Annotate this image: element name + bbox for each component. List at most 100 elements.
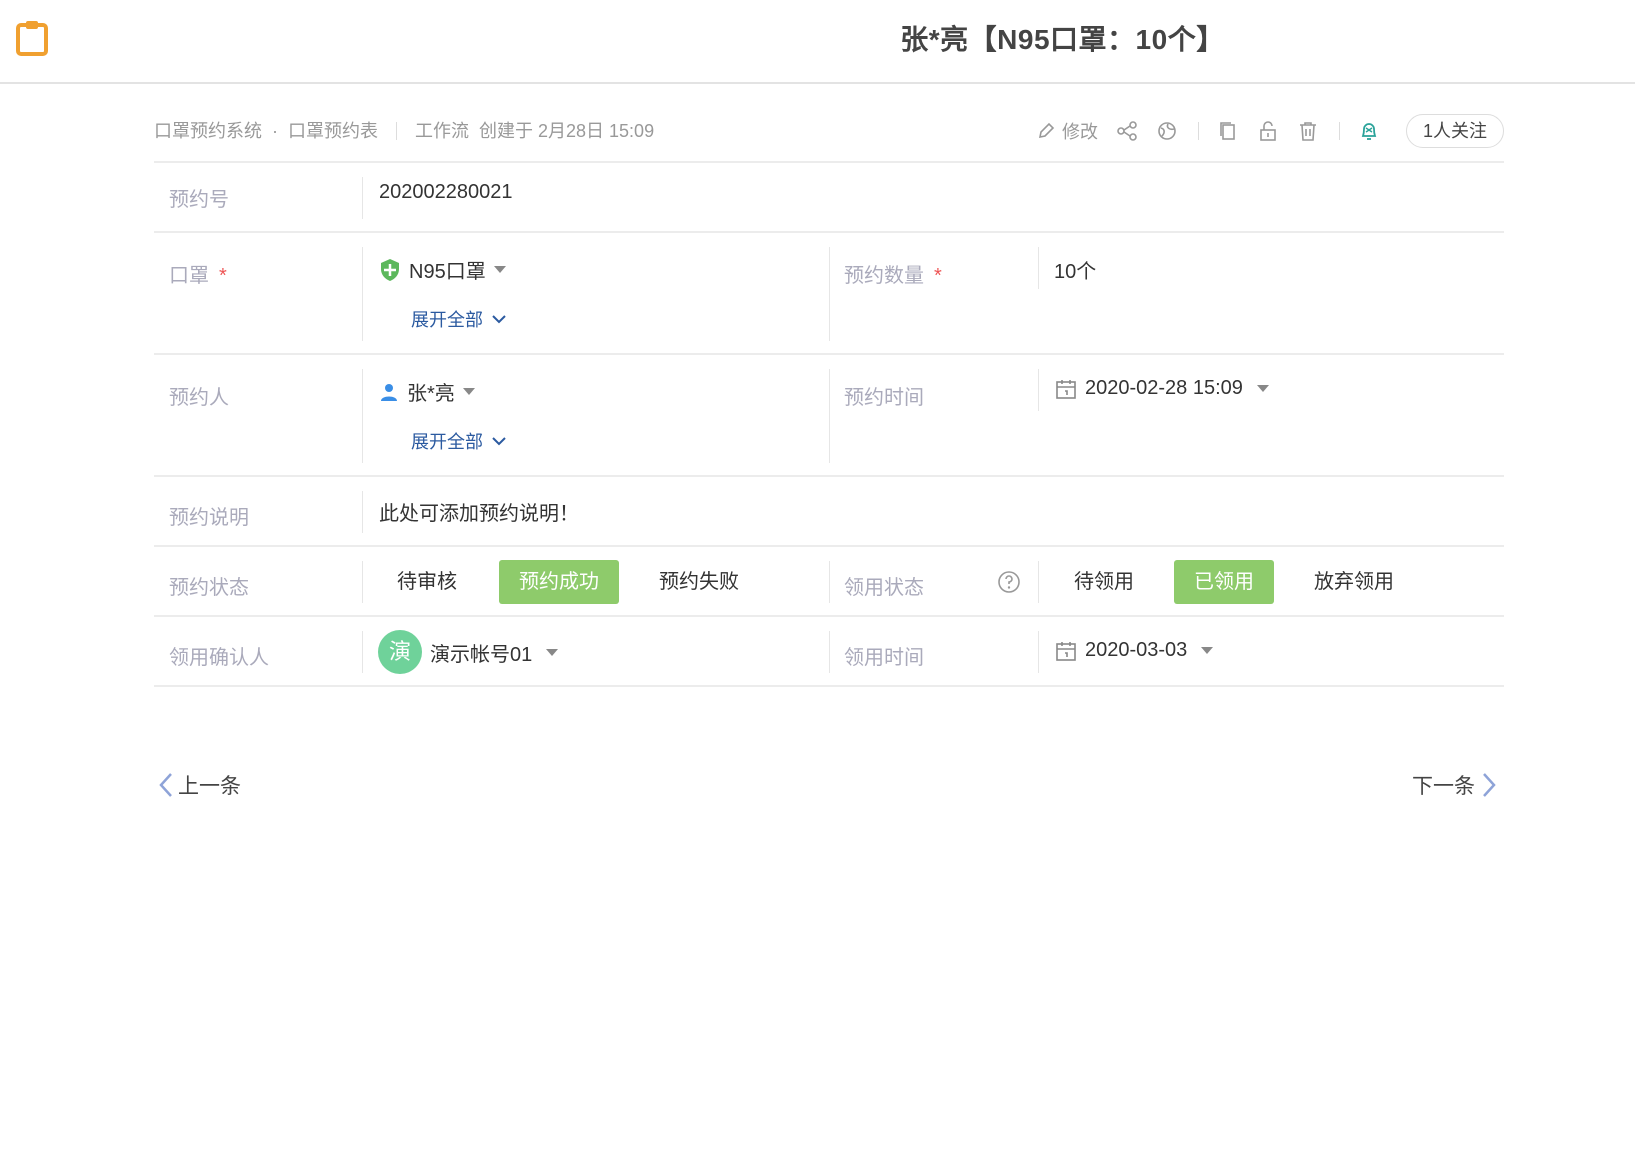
record-meta-bar: 口罩预约系统 · 口罩预约表 工作流 创建于 2月28日 15:09 修改 1人…: [154, 114, 1504, 148]
confirmer-value-text: 演示帐号01: [430, 643, 533, 666]
field-value-person[interactable]: 张*亮: [379, 377, 475, 406]
divider: [1038, 561, 1039, 603]
user-icon: [381, 383, 397, 401]
record-form: 预约号 202002280021 口罩 * N95口罩 展开全部 预约数量 * 10…: [154, 161, 1504, 687]
help-icon[interactable]: [997, 570, 1021, 594]
breadcrumb-app[interactable]: 口罩预约系统: [154, 114, 262, 148]
pencil-icon: [1038, 122, 1055, 139]
field-row-reservation-no: 预约号 202002280021: [154, 163, 1504, 233]
copy-icon: [1220, 122, 1235, 140]
chevron-down-icon: [492, 437, 506, 446]
field-label-confirmer: 领用确认人: [169, 647, 269, 669]
required-mark: *: [934, 265, 942, 287]
field-row-note: 预约说明 此处可添加预约说明！: [154, 477, 1504, 547]
pickup-option-abandoned[interactable]: 放弃领用: [1294, 560, 1414, 604]
next-record-label: 下一条: [1412, 775, 1475, 798]
field-row-person: 预约人 张*亮 展开全部 预约时间 2020-02-28 15:09: [154, 355, 1504, 477]
page-title: 张*亮【N95口罩：10个】: [900, 24, 1225, 55]
field-value-note[interactable]: 此处可添加预约说明！: [379, 497, 579, 526]
expand-all-mask-link[interactable]: 展开全部: [411, 306, 507, 332]
divider: [362, 177, 363, 219]
globe-icon: [1158, 122, 1176, 140]
share-button[interactable]: [1116, 120, 1138, 142]
chevron-right-icon: [1483, 773, 1496, 797]
divider: [362, 491, 363, 533]
status-option-pending[interactable]: 待审核: [379, 560, 475, 604]
top-bar: 张*亮【N95口罩：10个】: [0, 0, 1635, 84]
divider: [362, 247, 363, 341]
field-label-status: 预约状态: [169, 577, 249, 599]
status-option-success[interactable]: 预约成功: [499, 560, 619, 604]
divider: [1038, 631, 1039, 673]
field-value-quantity: 10个: [1054, 261, 1097, 283]
record-source: 工作流: [415, 121, 469, 141]
copy-button[interactable]: [1217, 120, 1239, 142]
field-value-reservation-no: 202002280021: [379, 181, 513, 203]
divider: [1197, 122, 1199, 140]
dropdown-caret-icon[interactable]: [546, 648, 559, 656]
expand-all-person-link[interactable]: 展开全部: [411, 428, 507, 454]
divider: [829, 369, 830, 463]
divider: [829, 247, 830, 341]
calendar-icon: [1056, 641, 1076, 661]
field-label-pickup-time: 领用时间: [844, 647, 924, 669]
expand-all-label: 展开全部: [411, 432, 483, 452]
divider: [362, 369, 363, 463]
print-button[interactable]: [1156, 120, 1178, 142]
trash-icon: [1299, 122, 1316, 141]
breadcrumb-table[interactable]: 口罩预约表: [288, 114, 378, 148]
field-row-status: 预约状态 待审核 预约成功 预约失败 领用状态 待领用 已领用 放弃领用: [154, 547, 1504, 617]
pickup-option-picked-up[interactable]: 已领用: [1174, 560, 1274, 604]
field-label-mask: 口罩 *: [169, 259, 227, 288]
chevron-down-icon: [492, 315, 506, 324]
field-label-text: 预约数量: [844, 265, 924, 287]
field-value-confirmer[interactable]: 演 演示帐号01: [378, 630, 559, 674]
share-icon: [1117, 121, 1137, 141]
status-option-failed[interactable]: 预约失败: [639, 560, 759, 604]
field-label-quantity: 预约数量 *: [844, 259, 942, 288]
edit-button[interactable]: 修改: [1036, 118, 1098, 144]
field-label-pickup-status: 领用状态: [844, 577, 924, 599]
dropdown-caret-icon[interactable]: [462, 388, 475, 395]
divider: [362, 561, 363, 603]
breadcrumb-separator: ·: [272, 121, 278, 141]
record-created-time: 创建于 2月28日 15:09: [479, 121, 655, 141]
shield-icon: [381, 258, 399, 281]
dropdown-caret-icon[interactable]: [493, 266, 506, 273]
field-value-mask[interactable]: N95口罩: [379, 255, 506, 284]
avatar: 演: [378, 630, 422, 674]
time-value-text: 2020-02-28 15:09: [1085, 377, 1243, 399]
field-label-note: 预约说明: [169, 507, 249, 529]
field-value-time[interactable]: 2020-02-28 15:09: [1055, 377, 1269, 400]
divider: [1038, 247, 1039, 289]
person-value-text: 张*亮: [407, 383, 455, 405]
edit-label: 修改: [1061, 122, 1098, 142]
next-record-link[interactable]: 下一条: [1412, 770, 1497, 800]
expand-all-label: 展开全部: [411, 310, 483, 330]
field-value-pickup-time[interactable]: 2020-03-03: [1055, 639, 1214, 662]
field-label-text: 口罩: [169, 265, 209, 287]
unlock-button[interactable]: [1257, 120, 1279, 142]
dropdown-caret-icon[interactable]: [1201, 647, 1214, 654]
field-label-time: 预约时间: [844, 387, 924, 409]
field-row-mask: 口罩 * N95口罩 展开全部 预约数量 * 10个: [154, 233, 1504, 355]
divider: [829, 631, 830, 673]
field-row-confirmer: 领用确认人 演 演示帐号01 领用时间 2020-03-03: [154, 617, 1504, 687]
pickup-time-value-text: 2020-03-03: [1085, 639, 1188, 661]
follow-button[interactable]: 1人关注: [1405, 114, 1504, 148]
field-label-reservation-no: 预约号: [169, 189, 229, 211]
previous-record-label: 上一条: [178, 775, 241, 798]
chevron-left-icon: [159, 773, 172, 797]
divider: [829, 561, 830, 603]
divider: [1338, 122, 1340, 140]
delete-button[interactable]: [1297, 120, 1319, 142]
required-mark: *: [219, 265, 227, 287]
reminder-button[interactable]: [1358, 120, 1380, 142]
dropdown-caret-icon[interactable]: [1256, 385, 1269, 392]
pickup-option-waiting[interactable]: 待领用: [1054, 560, 1154, 604]
mask-value-text: N95口罩: [409, 261, 486, 283]
previous-record-link[interactable]: 上一条: [158, 770, 241, 800]
unlock-icon: [1260, 121, 1276, 141]
divider: [362, 631, 363, 673]
divider: [396, 122, 397, 140]
